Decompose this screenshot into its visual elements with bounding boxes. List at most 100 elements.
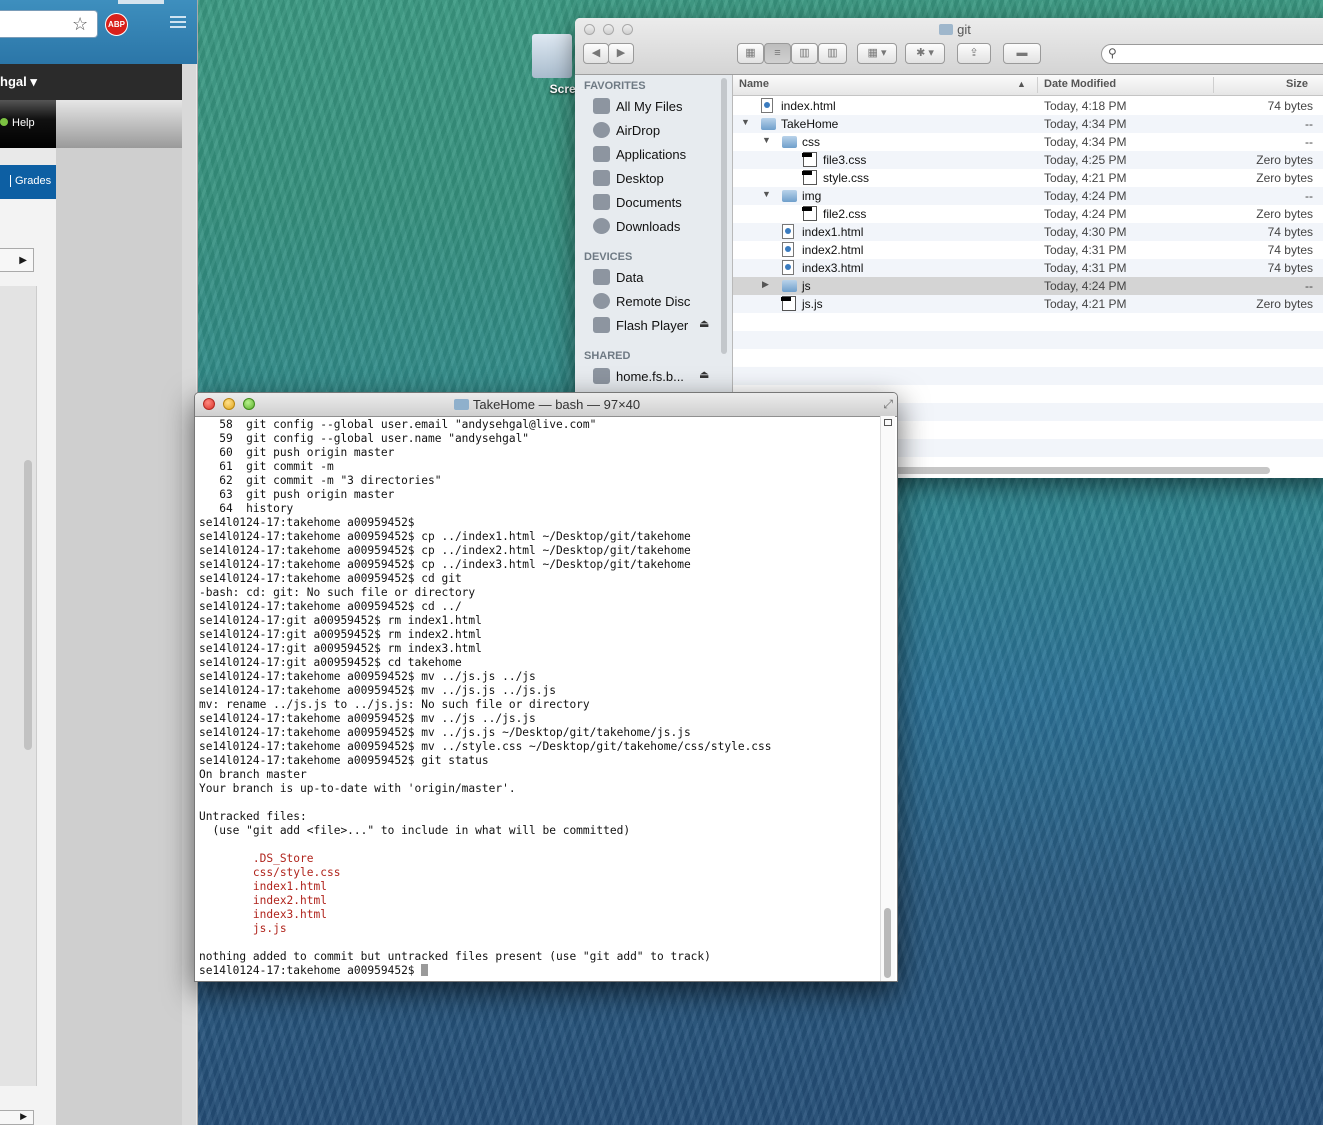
sidebar-item-data[interactable]: Data	[593, 269, 643, 289]
text-cursor	[421, 964, 429, 976]
sidebar-item-documents[interactable]: Documents	[593, 194, 682, 214]
sidebar-item-downloads[interactable]: Downloads	[593, 218, 680, 238]
action-gear-button[interactable]: ✱ ▾	[905, 43, 945, 64]
file-size: Zero bytes	[1256, 153, 1313, 167]
terminal-line-text: (use "git add <file>..." to include in w…	[199, 824, 631, 837]
terminal-line: se14l0124-17:git a00959452$ rm index3.ht…	[199, 642, 879, 656]
terminal-line: se14l0124-17:takehome a00959452$ git sta…	[199, 754, 879, 768]
search-field[interactable]: ⚲	[1101, 44, 1323, 64]
terminal-line-text: nothing added to commit but untracked fi…	[199, 950, 711, 963]
file-row[interactable]: file3.css Today, 4:25 PM Zero bytes	[733, 151, 1323, 169]
file-name: style.css	[823, 171, 870, 185]
tags-button[interactable]: ▬	[1003, 43, 1041, 64]
column-header-date[interactable]: Date Modified	[1044, 78, 1116, 90]
sidebar-item-remote-disc[interactable]: Remote Disc	[593, 293, 690, 313]
terminal-line-text: css/style.css	[199, 866, 341, 879]
file-row[interactable]: index3.html Today, 4:31 PM 74 bytes	[733, 259, 1323, 277]
file-date-modified: Today, 4:24 PM	[1044, 279, 1127, 293]
help-link[interactable]: Help	[0, 117, 35, 129]
file-date-modified: Today, 4:25 PM	[1044, 153, 1127, 167]
disclosure-expanded-icon[interactable]: ▼	[762, 135, 771, 145]
terminal-line-text: index2.html	[199, 894, 327, 907]
nav-grades-link[interactable]: Grades	[10, 175, 51, 187]
sidebar-item-airdrop[interactable]: AirDrop	[593, 122, 660, 142]
sidebar-item-shared-server[interactable]: home.fs.b... ⏏	[593, 368, 709, 388]
terminal-scrollbar[interactable]	[880, 416, 895, 981]
split-pane-icon[interactable]	[884, 419, 892, 426]
column-header-size[interactable]: Size	[1286, 78, 1308, 90]
adblock-icon[interactable]: ABP	[105, 13, 128, 36]
file-row[interactable]: index1.html Today, 4:30 PM 74 bytes	[733, 223, 1323, 241]
file-name: file3.css	[823, 153, 867, 167]
file-date-modified: Today, 4:24 PM	[1044, 207, 1127, 221]
disclosure-collapsed-icon[interactable]: ▶	[762, 279, 769, 290]
terminal-line-text: index3.html	[199, 908, 327, 921]
applications-icon	[593, 146, 610, 162]
folder-icon	[761, 118, 776, 130]
arrange-button[interactable]: ▦ ▾	[857, 43, 897, 64]
forward-button[interactable]: ▶	[608, 43, 634, 64]
terminal-line-text: 64 history	[199, 502, 294, 515]
expand-arrow-button-bottom[interactable]: ▶	[0, 1110, 34, 1125]
terminal-line: se14l0124-17:takehome a00959452$ cd git	[199, 572, 879, 586]
terminal-line-text: 63 git push origin master	[199, 488, 395, 501]
sidebar-item-label: AirDrop	[616, 123, 661, 138]
terminal-line: -bash: cd: git: No such file or director…	[199, 586, 879, 600]
file-name: TakeHome	[781, 117, 839, 131]
sidebar-scrollbar[interactable]	[721, 78, 727, 354]
untracked-file-line: index1.html	[199, 880, 879, 894]
file-row[interactable]: index.html Today, 4:18 PM 74 bytes	[733, 97, 1323, 115]
folder-icon	[782, 136, 797, 148]
disclosure-expanded-icon[interactable]: ▼	[762, 189, 771, 199]
fullscreen-icon[interactable]: ⤢	[883, 397, 893, 412]
file-name: js.js	[802, 297, 823, 311]
sidebar-item-applications[interactable]: Applications	[593, 146, 686, 166]
panel-scrollbar[interactable]	[24, 460, 32, 750]
file-row[interactable]: js.js Today, 4:21 PM Zero bytes	[733, 295, 1323, 313]
menu-icon[interactable]	[170, 16, 186, 31]
scrollbar-thumb[interactable]	[884, 908, 891, 978]
sidebar-item-label: Applications	[616, 147, 687, 162]
file-size: --	[1305, 135, 1313, 149]
terminal-line: 58 git config --global user.email "andys…	[199, 418, 879, 432]
eject-icon[interactable]: ⏏	[699, 317, 709, 330]
file-date-modified: Today, 4:21 PM	[1044, 297, 1127, 311]
file-row[interactable]: ▶ js Today, 4:24 PM --	[733, 277, 1323, 295]
sidebar-item-desktop[interactable]: Desktop	[593, 170, 664, 190]
file-row[interactable]: ▼ TakeHome Today, 4:34 PM --	[733, 115, 1323, 133]
disk-image-icon	[593, 317, 610, 333]
file-row[interactable]: style.css Today, 4:21 PM Zero bytes	[733, 169, 1323, 187]
terminal-line: nothing added to commit but untracked fi…	[199, 950, 879, 964]
sidebar-item-all-my-files[interactable]: All My Files	[593, 98, 682, 118]
column-header-name[interactable]: Name	[739, 78, 769, 90]
terminal-line: se14l0124-17:takehome a00959452$ cp ../i…	[199, 544, 879, 558]
file-row[interactable]: file2.css Today, 4:24 PM Zero bytes	[733, 205, 1323, 223]
browser-tab[interactable]	[118, 0, 164, 4]
expand-arrow-button[interactable]: ▶	[0, 248, 34, 272]
file-row[interactable]: ▼ img Today, 4:24 PM --	[733, 187, 1323, 205]
column-view-button[interactable]: ▥	[791, 43, 818, 64]
terminal-line-text: se14l0124-17:git a00959452$ rm index2.ht…	[199, 628, 482, 641]
share-button[interactable]: ⇪	[957, 43, 991, 64]
user-menu[interactable]: hgal ▾	[0, 74, 37, 90]
list-view-button[interactable]: ≡	[764, 43, 791, 64]
terminal-line: se14l0124-17:takehome a00959452$ cd ../	[199, 600, 879, 614]
untracked-file-line: js.js	[199, 922, 879, 936]
untracked-file-line: index2.html	[199, 894, 879, 908]
terminal-line-text: se14l0124-17:git a00959452$ cd takehome	[199, 656, 462, 669]
coverflow-view-button[interactable]: ▥	[818, 43, 847, 64]
file-row[interactable]: ▼ css Today, 4:34 PM --	[733, 133, 1323, 151]
terminal-output[interactable]: 58 git config --global user.email "andys…	[199, 418, 879, 978]
bookmark-star-icon[interactable]: ☆	[72, 14, 88, 35]
disclosure-expanded-icon[interactable]: ▼	[741, 117, 750, 127]
eject-icon[interactable]: ⏏	[699, 368, 709, 381]
finder-toolbar: git ◀ ▶ ▦ ≡ ▥ ▥ ▦ ▾ ✱ ▾ ⇪ ▬ ⚲	[575, 18, 1323, 75]
sidebar-item-flash-player[interactable]: Flash Player ⏏	[593, 317, 709, 337]
file-row[interactable]: index2.html Today, 4:31 PM 74 bytes	[733, 241, 1323, 259]
file-name: file2.css	[823, 207, 867, 221]
sidebar-item-label: All My Files	[616, 99, 683, 114]
icon-view-button[interactable]: ▦	[737, 43, 764, 64]
back-button[interactable]: ◀	[583, 43, 609, 64]
